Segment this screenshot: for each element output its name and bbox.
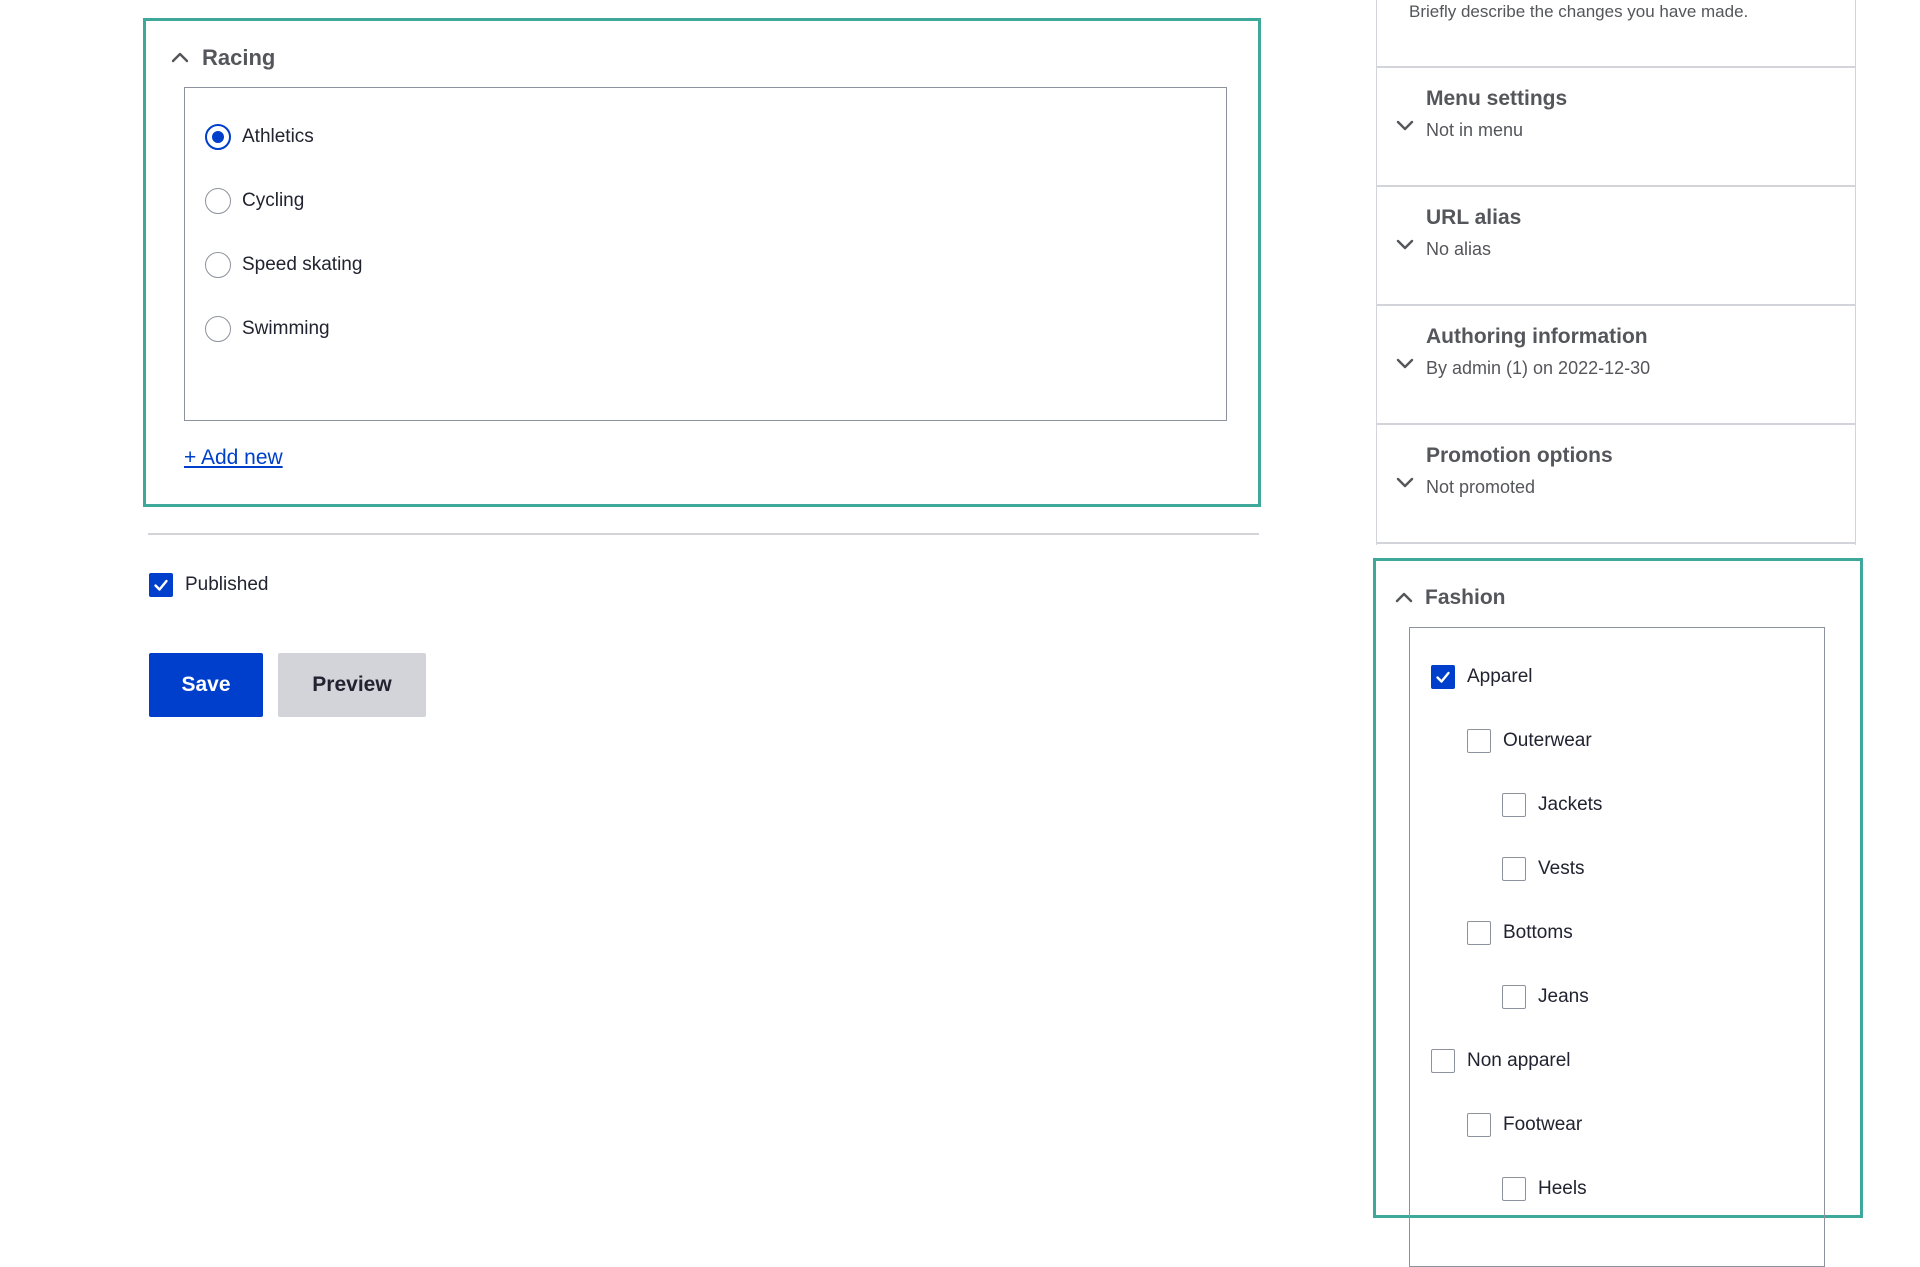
racing-fieldset: Racing Athletics Cycling Speed skating S… <box>143 18 1261 507</box>
sidebar-item-summary: No alias <box>1426 239 1492 259</box>
radio-button[interactable] <box>205 316 231 342</box>
radio-label: Athletics <box>242 126 314 147</box>
checkbox[interactable] <box>1502 857 1526 881</box>
chevron-down-icon <box>1393 232 1417 256</box>
radio-option-athletics[interactable]: Athletics <box>205 122 314 152</box>
fashion-title: Fashion <box>1425 586 1506 609</box>
published-label: Published <box>185 574 269 595</box>
radio-option-speed-skating[interactable]: Speed skating <box>205 250 362 280</box>
checkbox-label: Bottoms <box>1503 922 1573 943</box>
sidebar-item-title: Menu settings <box>1426 87 1568 110</box>
racing-title: Racing <box>202 45 276 70</box>
meta-sidebar: Briefly describe the changes you have ma… <box>1376 0 1856 545</box>
checkbox[interactable] <box>1502 985 1526 1009</box>
checkbox-option-apparel[interactable]: Apparel <box>1431 662 1533 692</box>
checkbox-option-bottoms[interactable]: Bottoms <box>1467 918 1573 948</box>
checkbox-label: Jeans <box>1538 986 1589 1007</box>
sidebar-divider <box>1377 542 1855 544</box>
racing-toggle[interactable]: Racing <box>168 43 275 73</box>
checkbox-option-footwear[interactable]: Footwear <box>1467 1110 1582 1140</box>
sidebar-item-summary: Not in menu <box>1426 120 1524 140</box>
checkbox-label: Heels <box>1538 1178 1587 1199</box>
published-checkbox-row[interactable]: Published <box>149 571 268 599</box>
radio-button[interactable] <box>205 252 231 278</box>
racing-options-box: Athletics Cycling Speed skating Swimming <box>184 87 1227 421</box>
chevron-down-icon <box>1393 113 1417 137</box>
checkbox-label: Vests <box>1538 858 1585 879</box>
checkbox[interactable] <box>1467 921 1491 945</box>
checkbox[interactable] <box>1467 729 1491 753</box>
sidebar-item-menu-settings[interactable]: Menu settings Not in menu <box>1377 67 1855 185</box>
fashion-toggle[interactable]: Fashion <box>1392 583 1506 613</box>
checkbox-label: Jackets <box>1538 794 1603 815</box>
sidebar-item-summary: Not promoted <box>1426 477 1536 497</box>
divider <box>148 533 1259 535</box>
radio-button-selected[interactable] <box>205 124 231 150</box>
checkbox[interactable] <box>1502 793 1526 817</box>
sidebar-item-summary: By admin (1) on 2022-12-30 <box>1426 358 1651 378</box>
chevron-up-icon <box>1392 586 1416 610</box>
checkbox[interactable] <box>1502 1177 1526 1201</box>
fashion-options-box: Apparel Outerwear Jackets Vests Bottoms … <box>1409 627 1825 1267</box>
sidebar-item-promotion-options[interactable]: Promotion options Not promoted <box>1377 424 1855 542</box>
chevron-down-icon <box>1393 470 1417 494</box>
checkbox-option-outerwear[interactable]: Outerwear <box>1467 726 1592 756</box>
add-new-link[interactable]: + Add new <box>184 446 283 470</box>
checkbox-option-non-apparel[interactable]: Non apparel <box>1431 1046 1571 1076</box>
sidebar-item-title: Authoring information <box>1426 325 1648 348</box>
checkbox-label: Non apparel <box>1467 1050 1571 1071</box>
checkmark-icon <box>1436 671 1450 683</box>
checkbox-checked[interactable] <box>1431 665 1455 689</box>
checkbox-label: Outerwear <box>1503 730 1592 751</box>
published-checkbox[interactable] <box>149 573 173 597</box>
chevron-up-icon <box>168 46 192 70</box>
sidebar-item-url-alias[interactable]: URL alias No alias <box>1377 186 1855 304</box>
checkmark-icon <box>154 579 168 591</box>
sidebar-item-title: Promotion options <box>1426 444 1613 467</box>
sidebar-item-title: URL alias <box>1426 206 1522 229</box>
revision-log-description: Briefly describe the changes you have ma… <box>1409 2 1749 21</box>
preview-button[interactable]: Preview <box>278 653 426 717</box>
sidebar-item-authoring-information[interactable]: Authoring information By admin (1) on 20… <box>1377 305 1855 423</box>
radio-option-swimming[interactable]: Swimming <box>205 314 330 344</box>
radio-option-cycling[interactable]: Cycling <box>205 186 304 216</box>
radio-label: Speed skating <box>242 254 363 275</box>
chevron-down-icon <box>1393 351 1417 375</box>
fashion-fieldset: Fashion Apparel Outerwear Jackets Vests … <box>1373 558 1863 1267</box>
checkbox[interactable] <box>1431 1049 1455 1073</box>
save-button[interactable]: Save <box>149 653 263 717</box>
checkbox[interactable] <box>1467 1113 1491 1137</box>
checkbox-option-jackets[interactable]: Jackets <box>1502 790 1602 820</box>
checkbox-option-vests[interactable]: Vests <box>1502 854 1584 884</box>
radio-label: Cycling <box>242 190 305 211</box>
checkbox-label: Footwear <box>1503 1114 1583 1135</box>
checkbox-label: Apparel <box>1467 666 1533 687</box>
radio-label: Swimming <box>242 318 330 339</box>
checkbox-option-jeans[interactable]: Jeans <box>1502 982 1589 1012</box>
radio-button[interactable] <box>205 188 231 214</box>
